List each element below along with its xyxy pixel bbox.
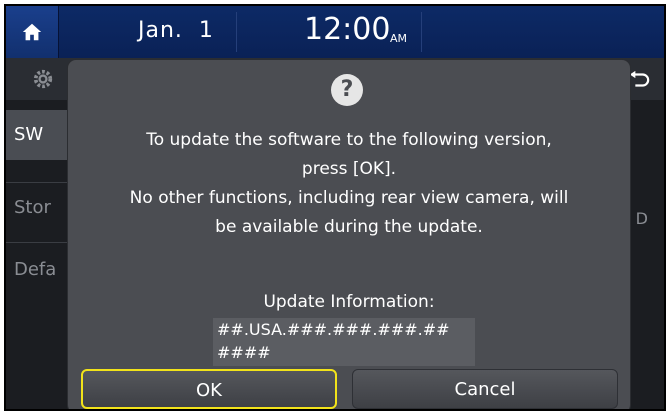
cancel-button[interactable]: Cancel [352,369,618,409]
version-line: ##.USA.###.###.###.## [217,320,450,339]
update-dialog: ? To update the software to the followin… [68,60,630,409]
clock-ampm: AM [390,32,408,45]
question-icon: ? [331,74,363,106]
version-info: ##.USA.###.###.###.## #### [213,318,475,366]
clock-time: 12:00 [304,12,391,47]
version-line: #### [217,343,271,362]
status-bar: Jan. 1 12:00 AM [6,6,664,58]
infotainment-screen: Jan. 1 12:00 AM SW Stor Defa D ? To upda… [4,4,666,411]
update-info-title: Update Information: [263,292,435,312]
message-line: be available during the update. [215,217,483,237]
home-icon [22,23,42,41]
message-line: press [OK]. [301,159,397,179]
message-line: To update the software to the following … [146,130,552,150]
status-divider [236,12,237,52]
home-button[interactable] [6,6,59,58]
ok-button[interactable]: OK [81,369,337,409]
background-text: D [635,209,648,228]
back-icon[interactable] [628,70,650,90]
gear-icon[interactable] [32,68,54,90]
dialog-message: To update the software to the following … [68,126,630,242]
status-divider [421,12,422,52]
message-line: No other functions, including rear view … [129,188,569,208]
date-label: Jan. 1 [138,18,214,43]
